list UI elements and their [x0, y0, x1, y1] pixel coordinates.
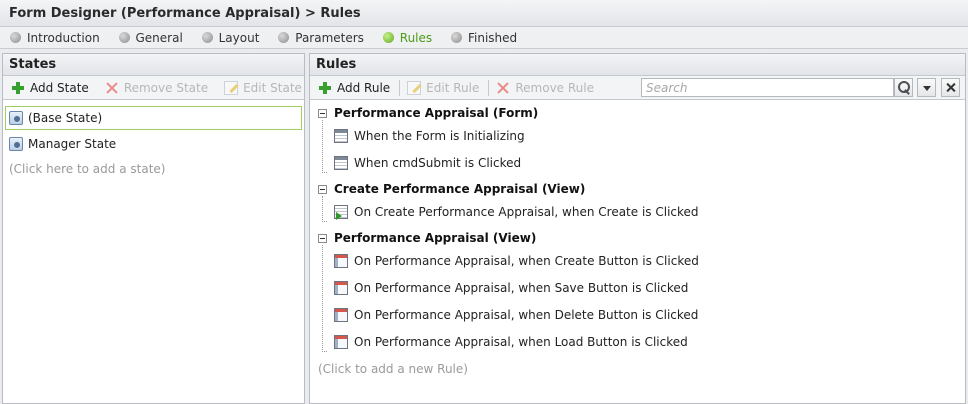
state-item-manager[interactable]: Manager State — [5, 132, 302, 156]
wizard-step-parameters[interactable]: Parameters — [278, 27, 364, 48]
collapse-icon[interactable] — [318, 233, 327, 243]
rule-item[interactable]: On Create Performance Appraisal, when Cr… — [318, 198, 965, 225]
add-state-hint[interactable]: (Click here to add a state) — [5, 158, 302, 180]
rule-label: When cmdSubmit is Clicked — [354, 155, 522, 170]
wizard-step-label: Layout — [218, 30, 260, 45]
wizard-step-general[interactable]: General — [118, 27, 183, 48]
rule-item[interactable]: On Performance Appraisal, when Create Bu… — [318, 247, 965, 274]
step-indicator-active-icon — [382, 32, 394, 43]
edit-icon — [224, 80, 239, 95]
rule-group-title: Performance Appraisal (View) — [334, 231, 537, 245]
step-indicator-icon — [118, 32, 130, 43]
step-indicator-icon — [278, 32, 290, 43]
x-icon — [496, 81, 510, 95]
rule-group-view: Performance Appraisal (View) On Performa… — [318, 229, 965, 355]
states-panel: States Add State Remove State Edit State… — [2, 53, 305, 404]
tree-connector — [322, 196, 327, 222]
form-rule-icon — [334, 128, 348, 143]
rule-item[interactable]: When cmdSubmit is Clicked — [318, 149, 965, 176]
add-state-button[interactable]: Add State — [8, 78, 92, 98]
rules-panel: Rules Add Rule Edit Rule Remove Rule Per… — [309, 53, 966, 404]
close-icon[interactable] — [941, 78, 960, 97]
states-toolbar: Add State Remove State Edit State — [3, 76, 304, 100]
rule-label: On Performance Appraisal, when Create Bu… — [354, 253, 699, 268]
remove-state-button[interactable]: Remove State — [102, 78, 211, 98]
rules-panel-title: Rules — [310, 54, 965, 76]
add-rule-hint[interactable]: (Click to add a new Rule) — [318, 359, 965, 379]
rule-item[interactable]: On Performance Appraisal, when Delete Bu… — [318, 301, 965, 328]
edit-state-label: Edit State — [243, 80, 302, 95]
state-label: (Base State) — [28, 111, 103, 125]
rule-group-title: Create Performance Appraisal (View) — [334, 182, 586, 196]
wizard-step-finished[interactable]: Finished — [450, 27, 518, 48]
wizard-steps: Introduction General Layout Parameters R… — [0, 27, 968, 49]
wizard-step-label: Introduction — [27, 30, 100, 45]
tree-connector — [322, 245, 327, 352]
rules-toolbar: Add Rule Edit Rule Remove Rule — [310, 76, 965, 100]
wizard-step-rules[interactable]: Rules — [382, 27, 433, 48]
state-item-base[interactable]: (Base State) — [5, 106, 302, 130]
wizard-step-label: General — [135, 30, 183, 45]
step-indicator-icon — [201, 32, 213, 43]
rule-item[interactable]: On Performance Appraisal, when Load Butt… — [318, 328, 965, 355]
rule-group-create-view: Create Performance Appraisal (View) On C… — [318, 180, 965, 225]
wizard-step-label: Rules — [399, 30, 433, 45]
rule-item[interactable]: When the Form is Initializing — [318, 122, 965, 149]
wizard-step-label: Finished — [467, 30, 518, 45]
edit-state-button[interactable]: Edit State — [221, 78, 305, 98]
states-panel-title: States — [3, 54, 304, 76]
chevron-down-icon[interactable] — [917, 78, 936, 97]
form-rule-icon — [334, 155, 348, 170]
toolbar-separator — [399, 79, 401, 96]
wizard-step-layout[interactable]: Layout — [201, 27, 260, 48]
state-icon — [9, 137, 23, 151]
remove-state-label: Remove State — [123, 80, 209, 95]
state-icon — [9, 111, 23, 125]
add-state-label: Add State — [30, 80, 89, 95]
remove-rule-label: Remove Rule — [515, 80, 594, 95]
remove-rule-button[interactable]: Remove Rule — [493, 78, 597, 98]
plus-icon — [318, 81, 332, 95]
states-list: (Base State) Manager State (Click here t… — [3, 100, 304, 180]
rule-group-header: Performance Appraisal (View) — [318, 229, 965, 247]
step-indicator-icon — [450, 32, 462, 43]
add-rule-label: Add Rule — [337, 80, 391, 95]
view-rule-icon — [334, 253, 348, 268]
rule-label: On Create Performance Appraisal, when Cr… — [354, 204, 699, 219]
collapse-icon[interactable] — [318, 108, 327, 118]
rules-tree: Performance Appraisal (Form) When the Fo… — [310, 100, 965, 379]
rule-label: On Performance Appraisal, when Load Butt… — [354, 334, 688, 349]
tree-connector — [322, 120, 327, 173]
add-rule-button[interactable]: Add Rule — [315, 78, 393, 98]
create-rule-icon — [334, 204, 348, 220]
wizard-step-introduction[interactable]: Introduction — [10, 27, 100, 48]
rule-item[interactable]: On Performance Appraisal, when Save Butt… — [318, 274, 965, 301]
search-input[interactable] — [641, 78, 894, 97]
state-label: Manager State — [28, 137, 117, 151]
view-rule-icon — [334, 307, 348, 322]
toolbar-separator — [488, 79, 490, 96]
view-rule-icon — [334, 334, 348, 349]
view-rule-icon — [334, 280, 348, 295]
wizard-step-label: Parameters — [295, 30, 364, 45]
collapse-icon[interactable] — [318, 184, 327, 194]
x-icon — [105, 81, 119, 95]
rule-label: On Performance Appraisal, when Save Butt… — [354, 280, 689, 295]
search-icon[interactable] — [894, 78, 913, 97]
rule-label: When the Form is Initializing — [354, 128, 525, 143]
edit-rule-button[interactable]: Edit Rule — [404, 78, 482, 98]
edit-rule-label: Edit Rule — [426, 80, 480, 95]
rule-group-title: Performance Appraisal (Form) — [334, 106, 539, 120]
rule-group-header: Create Performance Appraisal (View) — [318, 180, 965, 198]
plus-icon — [11, 81, 25, 95]
edit-icon — [407, 80, 422, 95]
rule-group-header: Performance Appraisal (Form) — [318, 104, 965, 122]
rule-label: On Performance Appraisal, when Delete Bu… — [354, 307, 699, 322]
step-indicator-icon — [10, 32, 21, 43]
rule-group-form: Performance Appraisal (Form) When the Fo… — [318, 104, 965, 176]
window-title: Form Designer (Performance Appraisal) > … — [0, 0, 968, 27]
